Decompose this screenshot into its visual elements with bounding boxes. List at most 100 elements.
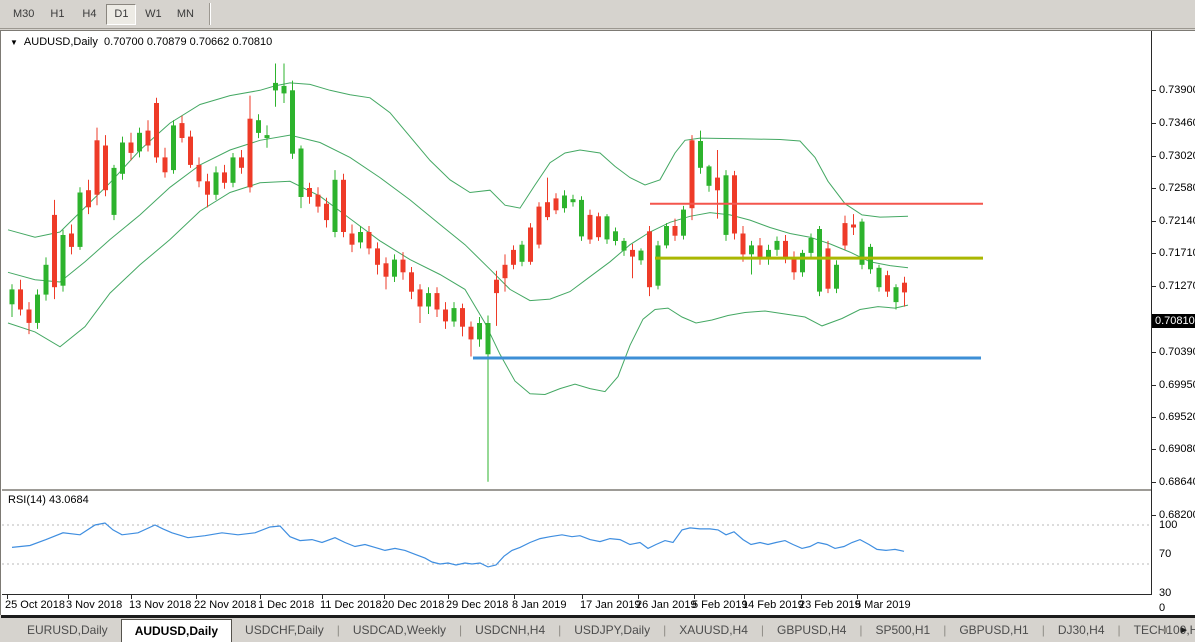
timeframe-button-h4[interactable]: H4	[74, 4, 104, 25]
candle-body	[103, 146, 108, 191]
candle-body	[537, 207, 542, 245]
price-axis-tick	[1152, 253, 1156, 254]
rsi-axis-label: 70	[1159, 548, 1171, 560]
candle-body	[163, 157, 168, 172]
price-axis-label: 0.72140	[1159, 215, 1195, 227]
candle-body	[120, 143, 125, 174]
bollinger-middle-band	[8, 135, 908, 301]
candle-body	[690, 140, 695, 208]
timeframe-button-w1[interactable]: W1	[138, 4, 168, 25]
candle-body	[95, 140, 100, 194]
candle-body	[146, 131, 151, 146]
chart-tab-sp500-h1[interactable]: SP500,H1	[863, 618, 944, 642]
candle-body	[367, 232, 372, 248]
price-axis-label: 0.68640	[1159, 476, 1195, 488]
candle-body	[35, 295, 40, 323]
candle-body	[69, 234, 74, 247]
candle-body	[86, 190, 91, 207]
chart-tab-usdcnh-h4[interactable]: USDCNH,H4	[462, 618, 558, 642]
candle-body	[511, 250, 516, 265]
chart-tab-gbpusd-h1[interactable]: GBPUSD,H1	[946, 618, 1041, 642]
chart-tab-xauusd-h4[interactable]: XAUUSD,H4	[666, 618, 761, 642]
timeframe-button-m30[interactable]: M30	[7, 4, 40, 25]
candle-body	[639, 251, 644, 261]
chart-tabbar: EURUSD,DailyAUDUSD,DailyUSDCHF,Daily|USD…	[0, 618, 1195, 642]
chart-tab-dj30-h4[interactable]: DJ30,H4	[1045, 618, 1118, 642]
candle-body	[800, 253, 805, 272]
candle-body	[129, 143, 134, 153]
candle-body	[154, 103, 159, 157]
candle-body	[503, 265, 508, 278]
candle-body	[197, 165, 202, 181]
candle-body	[851, 225, 856, 228]
date-axis[interactable]: 25 Oct 20183 Nov 201813 Nov 201822 Nov 2…	[2, 594, 1152, 615]
chart-tab-usdchf-daily[interactable]: USDCHF,Daily	[232, 618, 337, 642]
candle-body	[273, 83, 278, 91]
chart-tab-gbpusd-h4[interactable]: GBPUSD,H4	[764, 618, 859, 642]
candle-body	[562, 196, 567, 209]
candle-body	[579, 200, 584, 237]
candle-body	[426, 293, 431, 306]
timeframe-button-h1[interactable]: H1	[42, 4, 72, 25]
candle-body	[265, 135, 270, 138]
date-axis-label: 26 Jan 2019	[636, 599, 697, 611]
chart-tab-eurusd-daily[interactable]: EURUSD,Daily	[14, 618, 121, 642]
candle-body	[809, 238, 814, 253]
price-axis-label: 0.73020	[1159, 150, 1195, 162]
rsi-line	[12, 523, 904, 567]
candle-body	[741, 234, 746, 255]
date-axis-label: 5 Mar 2019	[855, 599, 911, 611]
date-axis-label: 22 Nov 2018	[194, 599, 256, 611]
price-axis-tick	[1152, 352, 1156, 353]
candle-body	[358, 232, 363, 242]
candle-body	[494, 280, 499, 293]
candle-body	[443, 310, 448, 322]
chart-tab-audusd-daily[interactable]: AUDUSD,Daily	[121, 619, 232, 642]
candle-body	[52, 215, 57, 287]
date-axis-label: 8 Jan 2019	[512, 599, 566, 611]
date-axis-label: 5 Feb 2019	[692, 599, 748, 611]
candle-body	[435, 293, 440, 309]
date-axis-label: 1 Dec 2018	[258, 599, 314, 611]
chart-symbol-label: AUDUSD,Daily	[24, 36, 98, 48]
candle-body	[205, 181, 210, 194]
candle-body	[885, 275, 890, 291]
candle-body	[10, 289, 15, 304]
tabs-scroll-right-icon[interactable]: ►	[1179, 618, 1189, 642]
candle-body	[605, 216, 610, 239]
candle-body	[324, 204, 329, 220]
price-axis-tick	[1152, 482, 1156, 483]
price-chart-canvas[interactable]	[2, 32, 1151, 594]
chart-tab-usdjpy-daily[interactable]: USDJPY,Daily	[561, 618, 663, 642]
candle-body	[214, 172, 219, 194]
candle-body	[520, 245, 525, 262]
bollinger-upper-band	[8, 83, 908, 237]
candle-body	[401, 260, 406, 273]
candle-body	[299, 149, 304, 198]
price-axis-label: 0.71710	[1159, 247, 1195, 259]
price-axis-tick	[1152, 286, 1156, 287]
price-axis[interactable]: 0.739000.734600.730200.725800.721400.717…	[1151, 31, 1195, 594]
chart-title: ▼ AUDUSD,Daily 0.70700 0.70879 0.70662 0.…	[10, 36, 272, 48]
timeframe-button-d1[interactable]: D1	[106, 4, 136, 25]
candle-body	[171, 125, 176, 170]
candle-body	[409, 272, 414, 291]
candle-body	[18, 289, 23, 309]
price-axis-tick	[1152, 90, 1156, 91]
tabs-scroll-left-icon[interactable]: ◄	[1159, 618, 1169, 642]
candle-body	[894, 287, 899, 302]
candle-body	[681, 210, 686, 236]
date-axis-label: 29 Dec 2018	[446, 599, 508, 611]
candle-body	[707, 166, 712, 185]
candle-body	[290, 90, 295, 153]
candle-body	[834, 265, 839, 289]
chart-ohlc-values: 0.70700 0.70879 0.70662 0.70810	[104, 36, 272, 48]
candle-body	[452, 308, 457, 321]
date-axis-label: 17 Jan 2019	[580, 599, 641, 611]
timeframe-button-mn[interactable]: MN	[170, 4, 200, 25]
rsi-indicator-label: RSI(14) 43.0684	[8, 494, 89, 506]
chart-tab-usdcad-weekly[interactable]: USDCAD,Weekly	[340, 618, 459, 642]
price-axis-label: 0.70390	[1159, 346, 1195, 358]
collapse-triangle-icon[interactable]: ▼	[10, 38, 18, 47]
date-axis-label: 25 Oct 2018	[5, 599, 65, 611]
